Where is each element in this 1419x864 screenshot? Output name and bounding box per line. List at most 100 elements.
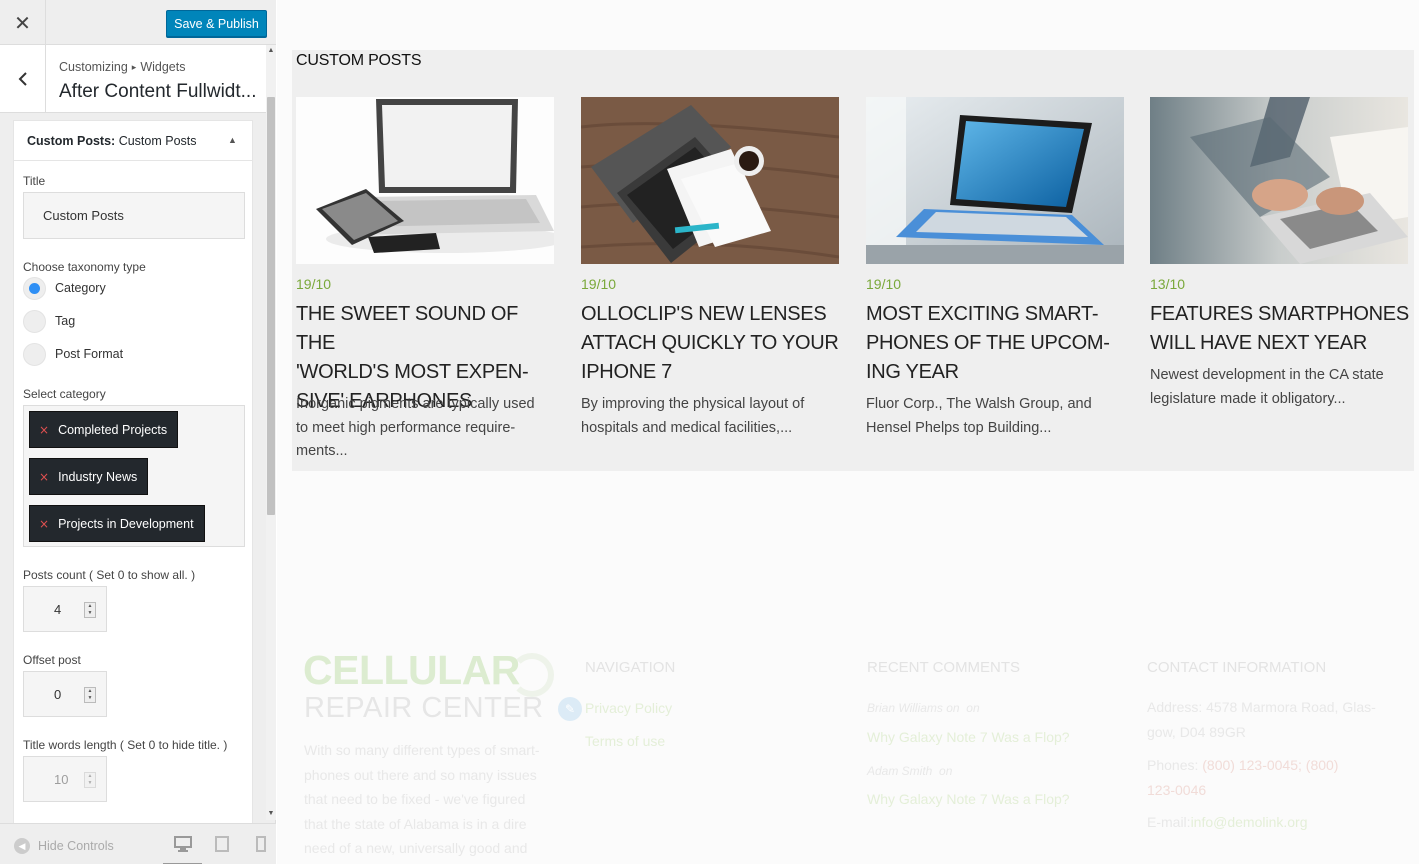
post-title[interactable]: FEATURES SMARTPHONES WILL HAVE NEXT YEAR bbox=[1150, 300, 1412, 358]
tablet-icon[interactable] bbox=[215, 836, 229, 852]
footer-comments-title: RECENT COMMENTS bbox=[867, 659, 1021, 676]
close-icon[interactable]: ✕ bbox=[0, 0, 46, 45]
post-title-line: PHONES OF THE UPCOM- bbox=[866, 332, 1110, 354]
radio-category[interactable] bbox=[23, 277, 46, 300]
remove-icon[interactable]: × bbox=[39, 423, 49, 437]
offset-value: 0 bbox=[54, 687, 62, 702]
radio-post-format[interactable] bbox=[23, 343, 46, 366]
contact-address: Address: 4578 Marmora Road, Glas- gow, D… bbox=[1147, 695, 1407, 745]
post-excerpt-line: Inorganic pigments are typically used bbox=[296, 396, 535, 412]
customizer-footer: ◀ Hide Controls bbox=[0, 823, 276, 864]
scrollbar-thumb[interactable] bbox=[267, 97, 275, 515]
breadcrumb: Customizing ▸ Widgets bbox=[59, 60, 185, 74]
post-thumbnail[interactable] bbox=[866, 97, 1124, 264]
scroll-up-icon[interactable]: ▲ bbox=[266, 45, 276, 57]
email-value[interactable]: info@demolink.org bbox=[1191, 814, 1308, 830]
post-title-line: THE SWEET SOUND OF THE bbox=[296, 303, 519, 354]
phones-value-2[interactable]: 123-0046 bbox=[1147, 778, 1407, 803]
post-excerpt: By improving the physical layout of hosp… bbox=[581, 393, 843, 440]
contact-email: E-mail:info@demolink.org bbox=[1147, 810, 1407, 835]
collapse-left-icon: ◀ bbox=[14, 838, 30, 854]
post-excerpt-line: to meet high performance require- bbox=[296, 419, 516, 436]
customizer-app: ✕ Save & Publish Customizing ▸ Widgets Aft… bbox=[0, 0, 1419, 864]
radio-tag-label: Tag bbox=[55, 314, 76, 328]
post-title-line: OLLOCLIP'S NEW LENSES bbox=[581, 303, 827, 325]
edit-pencil-icon[interactable]: ✎ bbox=[558, 697, 582, 721]
category-tag: × Completed Projects bbox=[29, 411, 179, 448]
post-title[interactable]: OLLOCLIP'S NEW LENSES ATTACH QUICKLY TO … bbox=[581, 300, 843, 387]
scroll-down-icon[interactable]: ▼ bbox=[266, 808, 276, 820]
site-preview: CUSTOM POSTS 19/10 THE SWEET SOUND OF TH… bbox=[277, 0, 1419, 864]
select-category-label: Select category bbox=[23, 387, 106, 401]
mobile-icon[interactable] bbox=[256, 836, 266, 852]
custom-posts-widget: Custom Posts: Custom Posts ▲ Title Custo… bbox=[13, 120, 253, 830]
widget-title: Custom Posts: Custom Posts bbox=[27, 134, 197, 148]
post-title-line: MOST EXCITING SMART- bbox=[866, 303, 1099, 325]
posts-count-input[interactable]: 4 ▲ ▼ bbox=[23, 586, 107, 632]
comment-author-name: Brian Williams on bbox=[867, 701, 960, 715]
posts-count-label: Posts count ( Set 0 to show all. ) bbox=[23, 568, 196, 582]
footer-about-line: phones out there and so many issues bbox=[304, 766, 537, 783]
comment-post-link[interactable]: Why Galaxy Note 7 Was a Flop? bbox=[867, 791, 1070, 807]
email-label: E-mail: bbox=[1147, 814, 1191, 830]
post-date: 19/10 bbox=[296, 276, 332, 292]
footer-about-line: With so many different types of smart- bbox=[304, 742, 540, 758]
post-thumbnail[interactable] bbox=[581, 97, 839, 264]
taxonomy-label: Choose taxonomy type bbox=[23, 260, 146, 274]
comment-on: on bbox=[939, 764, 953, 778]
title-words-label: Title words length ( Set 0 to hide title… bbox=[23, 738, 228, 752]
widget-header[interactable]: Custom Posts: Custom Posts ▲ bbox=[14, 121, 252, 161]
post-title[interactable]: MOST EXCITING SMART- PHONES OF THE UPCOM… bbox=[866, 300, 1128, 387]
logo-text-bottom[interactable]: REPAIR CENTER bbox=[304, 692, 544, 725]
panel-title: After Content Fullwidt... bbox=[59, 81, 257, 102]
collapse-arrow-icon[interactable]: ▲ bbox=[228, 135, 237, 145]
post-excerpt-line: By improving the physical layout of bbox=[581, 396, 805, 412]
stepper-icon[interactable]: ▲ ▼ bbox=[84, 772, 96, 788]
contact-address-line: Address: 4578 Marmora Road, Glas- bbox=[1147, 699, 1376, 715]
post-date: 13/10 bbox=[1150, 276, 1186, 292]
section-title: CUSTOM POSTS bbox=[296, 52, 422, 69]
category-tag: × Industry News bbox=[29, 458, 149, 495]
category-tag-label: Projects in Development bbox=[58, 516, 194, 531]
post-excerpt-line: legislature made it obligatory... bbox=[1150, 390, 1346, 407]
title-words-input[interactable]: 10 ▲ ▼ bbox=[23, 756, 107, 802]
customizer-header: ✕ Save & Publish bbox=[0, 0, 276, 45]
footer-link-terms[interactable]: Terms of use bbox=[585, 733, 665, 749]
footer-nav-title: NAVIGATION bbox=[585, 659, 676, 676]
post-excerpt: Fluor Corp., The Walsh Group, and Hensel… bbox=[866, 393, 1128, 440]
post-title-line: WILL HAVE NEXT YEAR bbox=[1150, 332, 1367, 354]
section-header: Customizing ▸ Widgets After Content Fullwi… bbox=[0, 45, 266, 113]
back-icon[interactable] bbox=[0, 45, 46, 113]
comment-post-link[interactable]: Why Galaxy Note 7 Was a Flop? bbox=[867, 729, 1070, 745]
post-excerpt-line: Hensel Phelps top Building... bbox=[866, 419, 1052, 436]
widget-title-prefix: Custom Posts: bbox=[27, 134, 116, 148]
remove-icon[interactable]: × bbox=[39, 517, 49, 531]
category-multiselect[interactable]: × Completed Projects × Industry News × Proj… bbox=[23, 405, 245, 547]
stepper-icon[interactable]: ▲ ▼ bbox=[84, 602, 96, 618]
post-excerpt-line: ments... bbox=[296, 443, 348, 459]
breadcrumb-widgets: Widgets bbox=[140, 60, 186, 74]
post-title-line: IPHONE 7 bbox=[581, 361, 672, 383]
phones-value[interactable]: (800) 123-0045; (800) bbox=[1202, 757, 1338, 773]
save-publish-button[interactable]: Save & Publish bbox=[166, 10, 267, 37]
post-excerpt: Newest development in the CA state legis… bbox=[1150, 364, 1412, 411]
posts-count-value: 4 bbox=[54, 602, 62, 617]
hide-controls-button[interactable]: ◀ Hide Controls bbox=[14, 838, 114, 854]
logo-text-top[interactable]: CELLULAR bbox=[303, 647, 520, 694]
remove-icon[interactable]: × bbox=[39, 470, 49, 484]
phones-label: Phones: bbox=[1147, 757, 1199, 773]
comment-author: Adam Smith on bbox=[867, 764, 952, 778]
title-input[interactable]: Custom Posts bbox=[23, 192, 245, 239]
radio-category-label: Category bbox=[55, 281, 106, 295]
post-thumbnail[interactable] bbox=[296, 97, 554, 264]
footer-link-privacy[interactable]: Privacy Policy bbox=[585, 700, 672, 716]
radio-tag[interactable] bbox=[23, 310, 46, 333]
post-date: 19/10 bbox=[581, 276, 617, 292]
radio-post-format-label: Post Format bbox=[55, 347, 124, 361]
post-thumbnail[interactable] bbox=[1150, 97, 1408, 264]
offset-input[interactable]: 0 ▲ ▼ bbox=[23, 671, 107, 717]
footer-about-line: that the state of Alabama is in a dire bbox=[304, 815, 527, 832]
breadcrumb-separator-icon: ▸ bbox=[131, 62, 137, 72]
desktop-icon[interactable] bbox=[174, 836, 192, 852]
stepper-icon[interactable]: ▲ ▼ bbox=[84, 687, 96, 703]
